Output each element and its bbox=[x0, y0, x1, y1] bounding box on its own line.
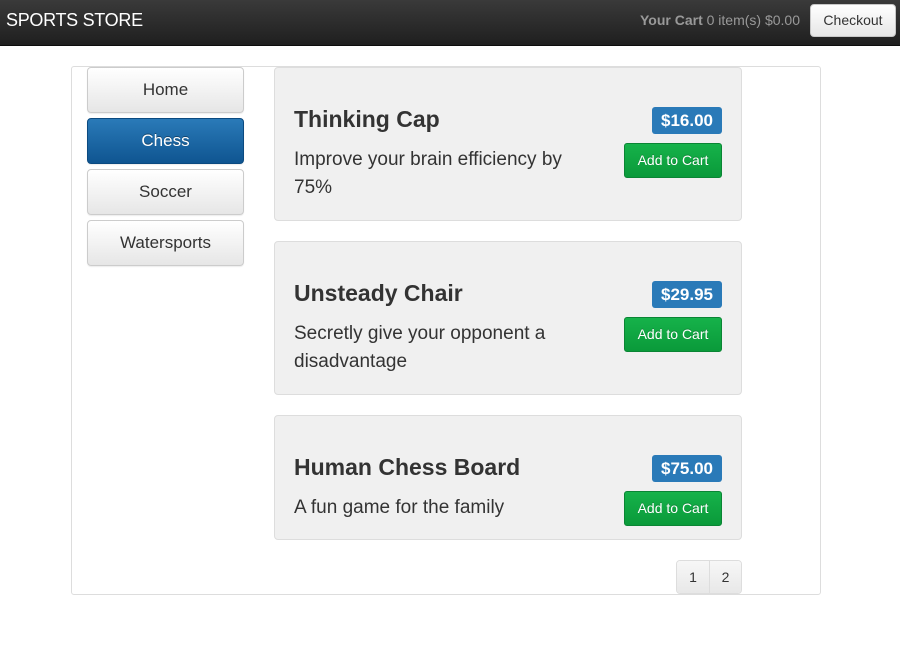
price-badge: $29.95 bbox=[652, 281, 722, 308]
cart-status: 0 item(s) $0.00 bbox=[706, 12, 800, 28]
category-home-button[interactable]: Home bbox=[87, 67, 244, 113]
product-description: Improve your brain efficiency by 75% bbox=[294, 149, 562, 198]
page-1-button[interactable]: 1 bbox=[677, 561, 709, 593]
navbar: SPORTS STORE Your Cart 0 item(s) $0.00 C… bbox=[0, 0, 900, 46]
page-2-button[interactable]: 2 bbox=[709, 561, 741, 593]
category-chess-button[interactable]: Chess bbox=[87, 118, 244, 164]
cart-label: Your Cart bbox=[639, 12, 703, 28]
category-watersports-button[interactable]: Watersports bbox=[87, 220, 244, 266]
checkout-button[interactable]: Checkout bbox=[810, 4, 896, 37]
product-name: Thinking Cap bbox=[294, 106, 440, 132]
product-description: A fun game for the family bbox=[294, 497, 505, 518]
product-name: Unsteady Chair bbox=[294, 280, 463, 306]
pagination: 1 2 bbox=[676, 560, 742, 594]
store-brand[interactable]: SPORTS STORE bbox=[6, 0, 143, 40]
add-to-cart-button[interactable]: Add to Cart bbox=[624, 491, 722, 526]
cart-summary: Your Cart 0 item(s) $0.00 bbox=[640, 0, 800, 40]
add-to-cart-button[interactable]: Add to Cart bbox=[624, 143, 722, 178]
category-soccer-button[interactable]: Soccer bbox=[87, 169, 244, 215]
product-card: Human Chess Board A fun game for the fam… bbox=[274, 415, 742, 540]
price-badge: $16.00 bbox=[652, 107, 722, 134]
product-name: Human Chess Board bbox=[294, 454, 521, 480]
product-card: Unsteady Chair Secretly give your oppone… bbox=[274, 241, 742, 395]
product-description: Secretly give your opponent a disadvanta… bbox=[294, 323, 546, 372]
product-card: Thinking Cap Improve your brain efficien… bbox=[274, 67, 742, 221]
add-to-cart-button[interactable]: Add to Cart bbox=[624, 317, 722, 352]
price-badge: $75.00 bbox=[652, 455, 722, 482]
